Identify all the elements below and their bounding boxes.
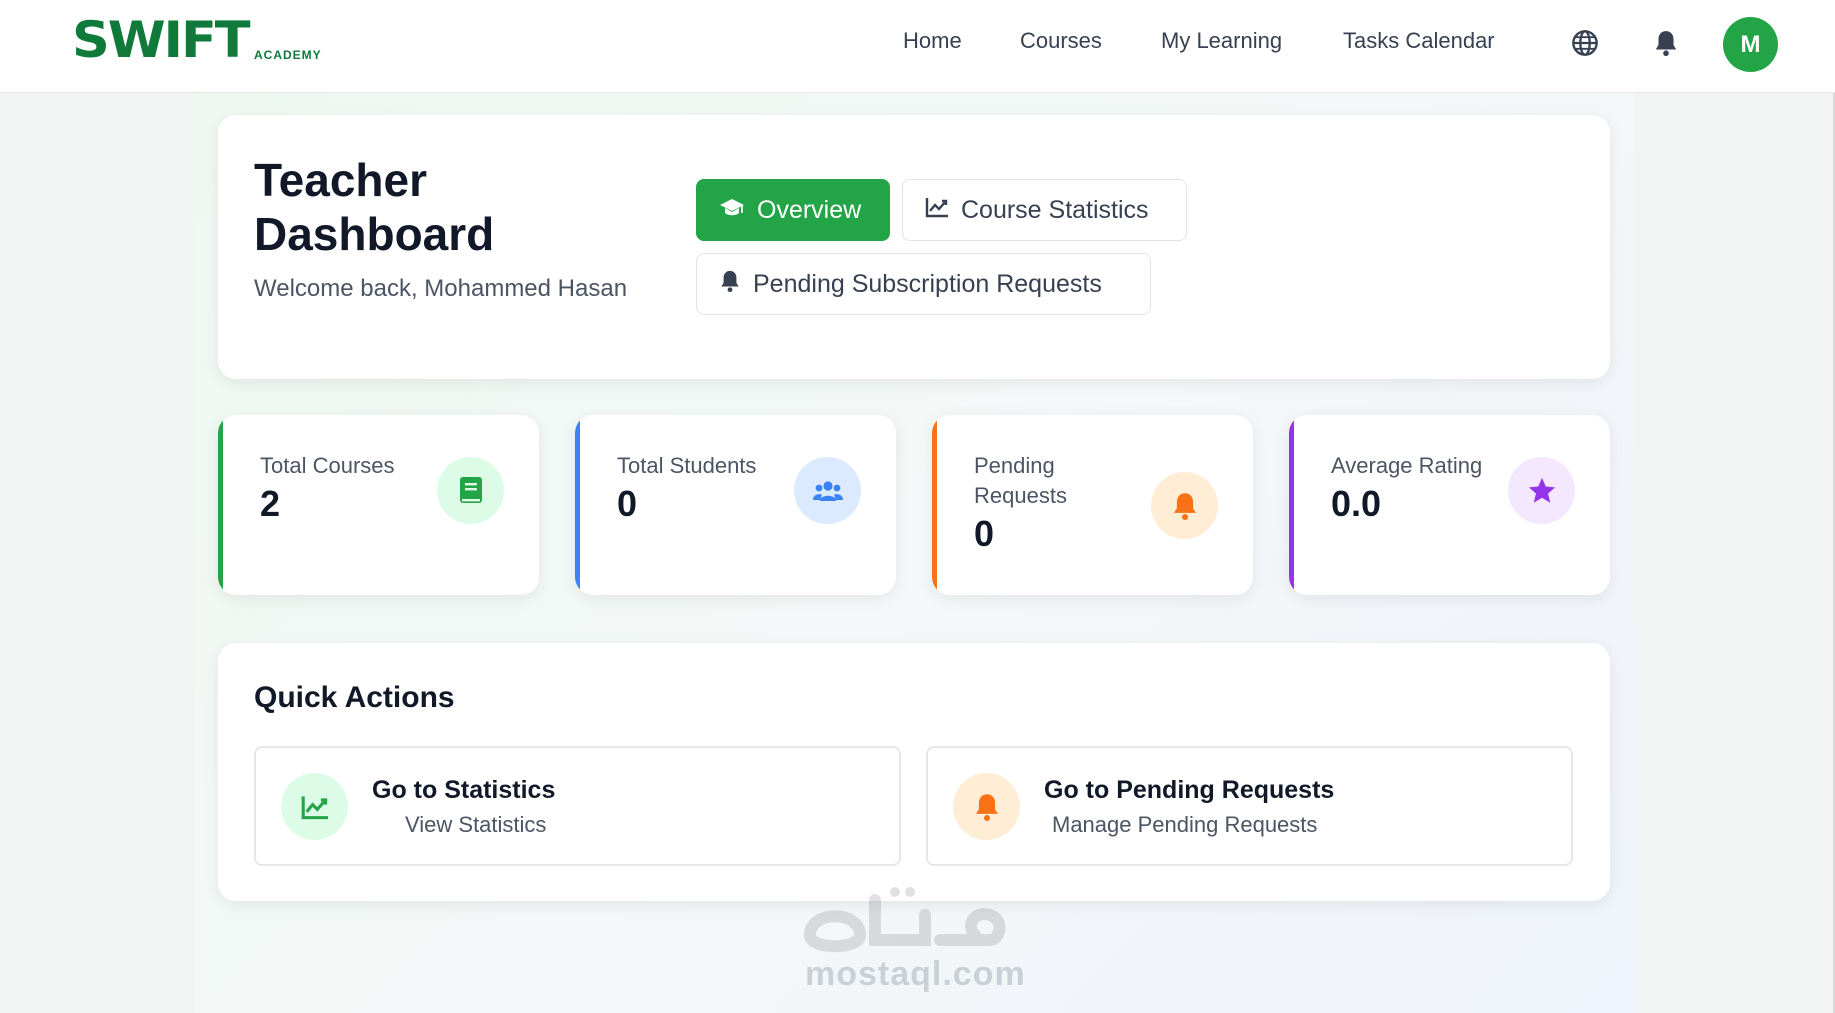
stat-card-total-students: Total Students 0 xyxy=(575,415,896,595)
stat-card-total-courses: Total Courses 2 xyxy=(218,415,539,595)
bell-icon xyxy=(953,773,1020,840)
page-title: Teacher Dashboard xyxy=(254,154,495,260)
dashboard-header-card: Teacher Dashboard Welcome back, Mohammed… xyxy=(218,115,1610,379)
stat-card-average-rating: Average Rating 0.0 xyxy=(1289,415,1610,595)
welcome-message: Welcome back, Mohammed Hasan xyxy=(254,275,628,302)
bell-icon[interactable] xyxy=(1651,28,1681,58)
tab-overview[interactable]: Overview xyxy=(696,179,890,241)
stat-accent-bar xyxy=(1289,415,1294,595)
quick-actions-title: Quick Actions xyxy=(254,681,455,714)
book-icon xyxy=(437,457,504,524)
stat-accent-bar xyxy=(575,415,580,595)
bell-icon xyxy=(1151,472,1218,539)
action-title: Go to Pending Requests xyxy=(1044,776,1335,804)
nav-my-learning[interactable]: My Learning xyxy=(1161,28,1282,54)
nav-tasks-calendar[interactable]: Tasks Calendar xyxy=(1343,28,1495,54)
top-navbar: SWIFT ACADEMY Home Courses My Learning T… xyxy=(0,0,1835,93)
watermark-text: mostaql.com xyxy=(805,955,1026,993)
graduation-cap-icon xyxy=(719,196,745,225)
stat-value: 2 xyxy=(260,483,281,524)
action-title: Go to Statistics xyxy=(372,776,556,804)
line-chart-icon xyxy=(925,196,949,225)
stat-value: 0 xyxy=(617,483,638,524)
user-avatar[interactable]: M xyxy=(1723,17,1778,72)
logo-subtext: ACADEMY xyxy=(254,48,322,62)
tab-pending-subscription-requests[interactable]: Pending Subscription Requests xyxy=(696,253,1151,315)
stat-label: Average Rating xyxy=(1331,453,1483,478)
tab-overview-label: Overview xyxy=(757,195,862,224)
stat-label: Total Students xyxy=(617,453,757,478)
star-icon xyxy=(1508,457,1575,524)
nav-home[interactable]: Home xyxy=(903,28,962,54)
nav-courses[interactable]: Courses xyxy=(1020,28,1102,54)
stat-value: 0 xyxy=(974,513,995,554)
stat-label: Pending Requests xyxy=(974,453,1067,508)
users-icon xyxy=(794,457,861,524)
stat-card-pending-requests: Pending Requests 0 xyxy=(932,415,1253,595)
bell-icon xyxy=(719,269,741,300)
quick-actions-card: Quick Actions Go to Statistics View Stat… xyxy=(218,643,1610,901)
tab-course-statistics-label: Course Statistics xyxy=(961,195,1149,224)
globe-icon[interactable] xyxy=(1570,28,1600,58)
action-description: Manage Pending Requests xyxy=(1052,812,1318,837)
logo-text: SWIFT xyxy=(72,11,251,69)
tab-pending-label: Pending Subscription Requests xyxy=(753,269,1102,298)
stat-value: 0.0 xyxy=(1331,483,1382,524)
tab-course-statistics[interactable]: Course Statistics xyxy=(902,179,1187,241)
action-description: View Statistics xyxy=(405,812,547,837)
stat-accent-bar xyxy=(932,415,937,595)
chart-icon xyxy=(281,773,348,840)
go-to-statistics-button[interactable]: Go to Statistics View Statistics xyxy=(254,746,901,866)
watermark-logo xyxy=(800,880,1030,960)
stat-label: Total Courses xyxy=(260,453,395,478)
stat-accent-bar xyxy=(218,415,223,595)
go-to-pending-requests-button[interactable]: Go to Pending Requests Manage Pending Re… xyxy=(926,746,1573,866)
